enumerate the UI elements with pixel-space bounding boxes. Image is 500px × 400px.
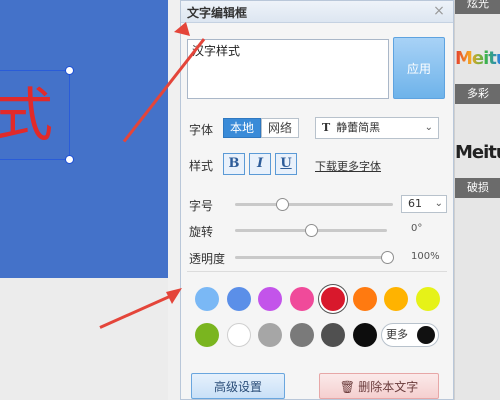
font-size-value: 61 [408, 197, 422, 210]
opacity-slider-thumb[interactable] [380, 251, 394, 264]
style-label: 样式 [189, 159, 214, 173]
text-selection-box[interactable]: 式 [0, 66, 74, 164]
advanced-settings-button[interactable]: 高级设置 [191, 373, 285, 399]
bold-button[interactable]: B [223, 153, 245, 175]
color-swatch-row1-1[interactable] [195, 287, 219, 311]
font-size-select[interactable]: 61 ⌄ [401, 195, 447, 213]
apply-button[interactable]: 应用 [393, 37, 445, 99]
dialog-title: 文字编辑框 [187, 6, 248, 20]
resize-handle-top-right[interactable] [65, 66, 74, 75]
font-size-label: 字号 [189, 199, 214, 213]
color-swatch-row2-5[interactable] [321, 323, 345, 347]
canvas-margin [0, 278, 168, 400]
rotate-slider-thumb[interactable] [304, 224, 318, 237]
preview-text: 式 [0, 81, 54, 149]
color-swatch-row2-1[interactable] [195, 323, 219, 347]
effect-sample-colorful[interactable]: Meitu [455, 48, 500, 69]
font-source-network-tab[interactable]: 网络 [261, 118, 299, 138]
font-source-local-tab[interactable]: 本地 [223, 118, 261, 138]
delete-text-label: 删除本文字 [358, 379, 419, 394]
italic-button[interactable]: I [249, 153, 271, 175]
color-swatch-row1-5[interactable] [321, 287, 345, 311]
effect-sample-broken[interactable]: Meitu [455, 142, 500, 163]
download-more-fonts-link[interactable]: 下载更多字体 [315, 158, 381, 174]
effect-label-1[interactable]: 炫光 [455, 0, 500, 14]
rotate-slider[interactable] [235, 224, 387, 237]
opacity-slider[interactable] [235, 251, 394, 264]
delete-text-button[interactable]: 🗑 删除本文字 [319, 373, 439, 399]
font-family-value: 静蕾简黑 [336, 121, 381, 134]
effect-strip: 炫光 Meitu 多彩 Meitu 破损 [454, 0, 500, 400]
chevron-down-icon: ⌄ [424, 122, 433, 133]
effect-label-2[interactable]: 多彩 [455, 84, 500, 104]
font-size-slider[interactable] [235, 198, 393, 211]
font-type-icon: T [322, 121, 331, 134]
text-edit-dialog: 文字编辑框 × 应用 字体 本地 网络 T 静蕾简黑 ⌄ 样式 B I U 下载更… [180, 0, 454, 400]
chevron-down-icon: ⌄ [434, 198, 443, 209]
canvas-area[interactable]: 式 [0, 0, 168, 278]
color-swatch-row1-2[interactable] [226, 287, 251, 311]
color-swatch-row2-4[interactable] [289, 323, 314, 347]
close-icon[interactable]: × [431, 3, 447, 19]
color-swatch-row1-8[interactable] [415, 287, 440, 311]
annotation-arrowhead-top [174, 22, 190, 36]
effect-label-3[interactable]: 破损 [455, 178, 500, 198]
opacity-label: 透明度 [189, 252, 226, 266]
font-label: 字体 [189, 123, 214, 137]
color-swatch-row1-4[interactable] [289, 287, 314, 311]
color-swatch-row2-2[interactable] [226, 323, 251, 347]
rotate-value: 0° [411, 223, 423, 234]
color-swatch-row1-3[interactable] [258, 287, 282, 311]
more-colors-label: 更多 [386, 328, 408, 341]
text-content-input[interactable] [187, 39, 389, 99]
annotation-arrowhead-bottom [166, 288, 182, 304]
opacity-value: 100% [411, 251, 440, 262]
rotate-label: 旋转 [189, 225, 214, 239]
color-swatch-row2-3[interactable] [258, 323, 282, 347]
color-swatch-row2-6[interactable] [352, 323, 377, 347]
color-swatch-row1-6[interactable] [352, 287, 377, 311]
font-family-select[interactable]: T 静蕾简黑 ⌄ [315, 117, 439, 139]
resize-handle-bottom-right[interactable] [65, 155, 74, 164]
font-size-slider-thumb[interactable] [275, 198, 289, 211]
divider [187, 271, 447, 272]
color-swatch-row1-7[interactable] [384, 287, 408, 311]
trash-icon: 🗑 [339, 379, 359, 394]
more-colors-button[interactable]: 更多 [381, 323, 439, 347]
underline-button[interactable]: U [275, 153, 297, 175]
dialog-titlebar[interactable]: 文字编辑框 × [181, 1, 453, 23]
current-color-dot [417, 326, 435, 344]
